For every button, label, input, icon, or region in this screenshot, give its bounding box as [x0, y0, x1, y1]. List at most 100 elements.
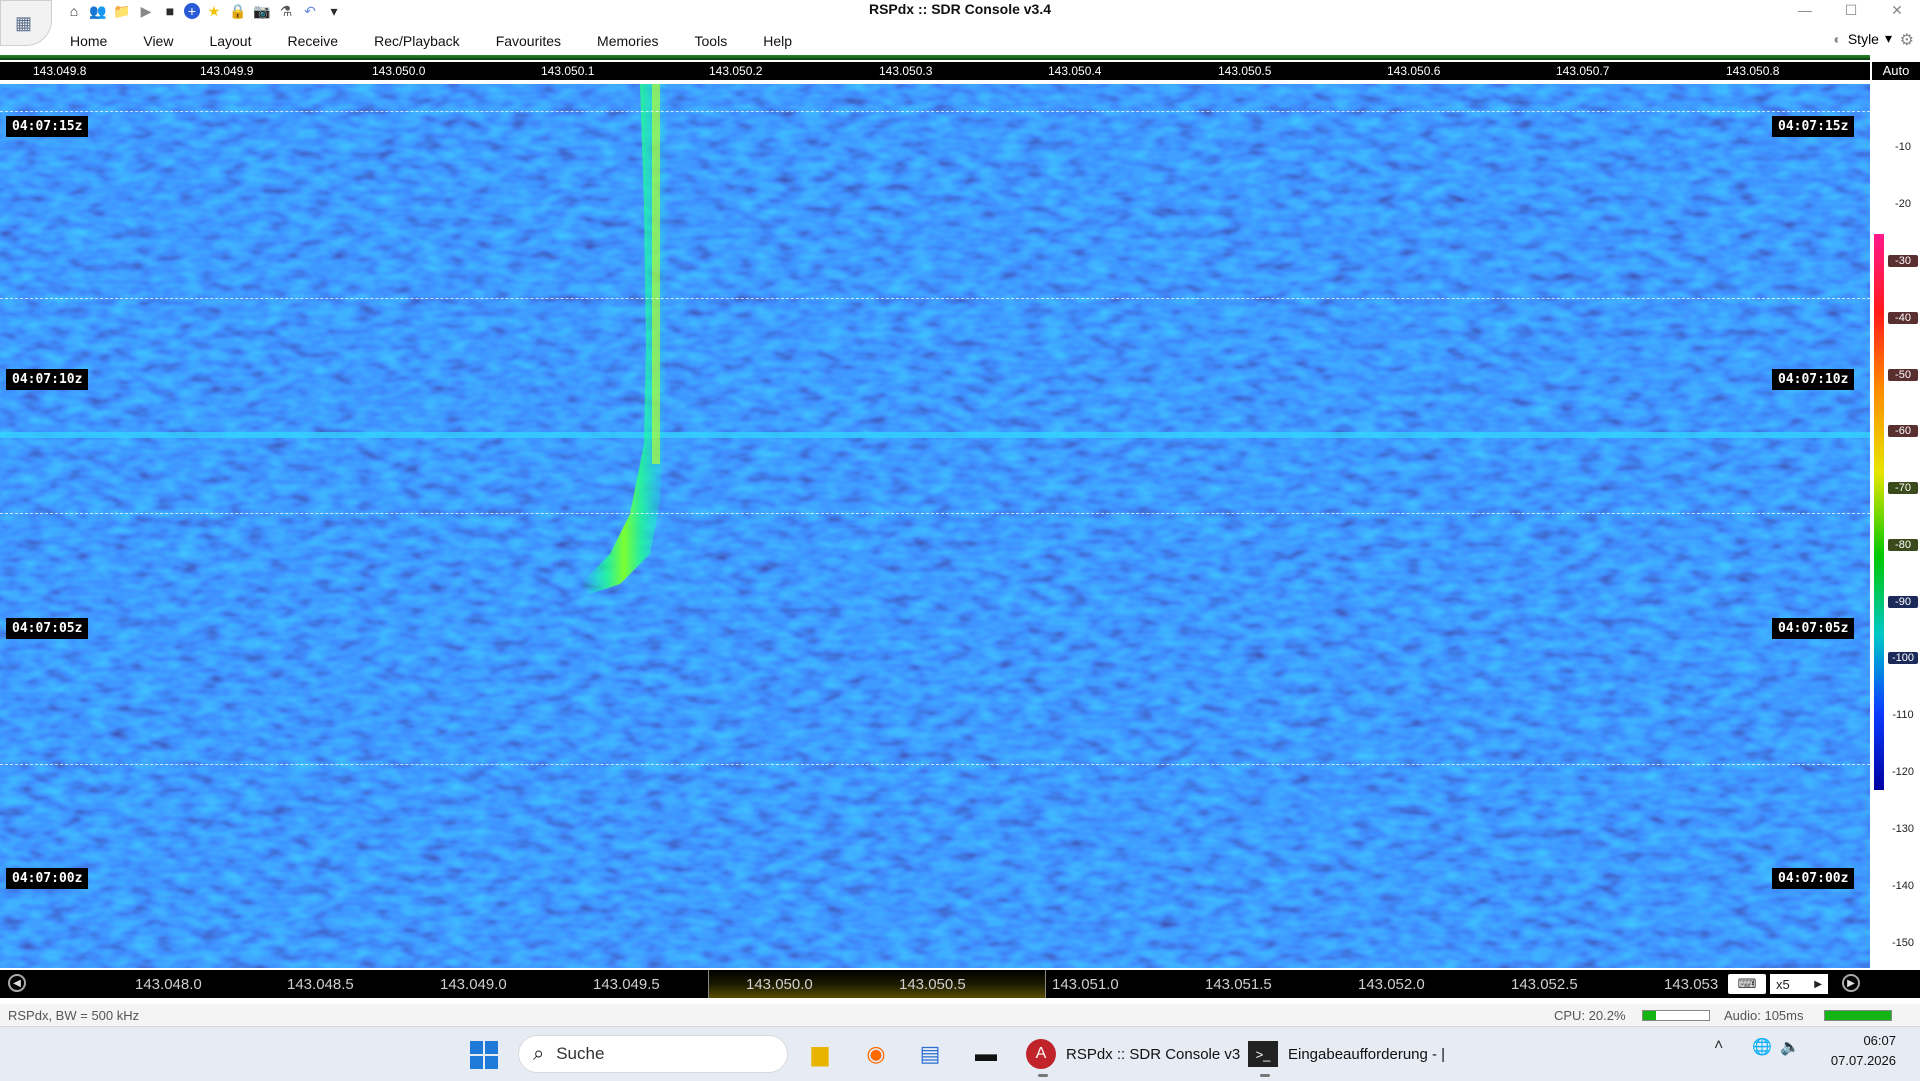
search-placeholder: Suche: [556, 1044, 605, 1063]
clock-date: 07.07.2026: [1830, 1053, 1896, 1068]
close-button[interactable]: ✕: [1874, 0, 1920, 20]
db-label: -80: [1888, 539, 1918, 551]
network-icon[interactable]: 🌐: [1752, 1037, 1772, 1057]
auto-scale-button[interactable]: Auto: [1872, 62, 1920, 80]
keyboard-icon[interactable]: ⌨: [1728, 974, 1766, 994]
time-label-left: 04:07:10z: [6, 369, 89, 390]
menu-layout[interactable]: Layout: [191, 33, 269, 49]
taskbar-app-command-prompt[interactable]: >_ Eingabeaufforderung - |: [1248, 1035, 1446, 1077]
taskbar-app-label: RSPdx :: SDR Console v3: [1066, 1045, 1241, 1063]
zoom-value: x5: [1776, 976, 1790, 992]
scroll-right-icon[interactable]: ▶: [1842, 974, 1860, 992]
menu-receive[interactable]: Receive: [270, 33, 357, 49]
top-scale-label: 143.049.9: [200, 64, 254, 78]
top-scale-label: 143.050.5: [1218, 64, 1272, 78]
windows-start-icon[interactable]: [470, 1041, 498, 1069]
menu-help[interactable]: Help: [745, 33, 810, 49]
gear-icon[interactable]: ⚙: [1900, 30, 1914, 50]
db-label: -120: [1891, 766, 1915, 778]
cpu-meter: [1642, 1010, 1710, 1021]
bottom-scale-label: 143.049.0: [440, 976, 507, 993]
minimize-button[interactable]: —: [1782, 0, 1828, 20]
cpu-meter-fill: [1643, 1011, 1657, 1020]
terminal-icon[interactable]: ▬: [970, 1039, 1002, 1069]
waterfall-display[interactable]: 04:07:15z 04:07:10z 04:07:05z 04:07:00z …: [0, 84, 1870, 968]
title-bar: ▦ ⌂ 👥 📁 ▶ ■ + ★ 🔒 📷 ⚗ ↶ ▾ RSPdx :: SDR C…: [0, 0, 1920, 46]
bottom-scale-label: 143.049.5: [593, 976, 660, 993]
volume-icon[interactable]: 🔈: [1780, 1037, 1800, 1057]
time-label-right: 04:07:10z: [1772, 369, 1855, 390]
menu-favourites[interactable]: Favourites: [478, 33, 579, 49]
firefox-icon[interactable]: ◉: [860, 1039, 892, 1069]
zoom-selector[interactable]: x5 ▶: [1770, 974, 1828, 994]
running-indicator: [1038, 1074, 1048, 1077]
style-menu[interactable]: ◐ Style ▾: [1833, 30, 1892, 47]
bottom-scale-label: 143.053: [1664, 976, 1719, 993]
carrier-trace: [0, 432, 1870, 438]
time-grid-line: [0, 111, 1870, 112]
menu-memories[interactable]: Memories: [579, 33, 676, 49]
sdr-console-icon: A: [1026, 1039, 1056, 1069]
waterfall-image: [0, 84, 1870, 968]
taskbar-app-label: Eingabeaufforderung - |: [1288, 1045, 1446, 1063]
file-explorer-icon[interactable]: ▆: [804, 1039, 836, 1069]
command-prompt-icon: >_: [1248, 1041, 1278, 1067]
maximize-button[interactable]: ☐: [1828, 0, 1874, 20]
color-gradient-bar: [1874, 234, 1884, 790]
taskbar: ⌕ Suche ▆ ◉ ▤ ▬ A RSPdx :: SDR Console v…: [0, 1026, 1920, 1081]
top-scale-label: 143.050.0: [372, 64, 426, 78]
show-hidden-icons[interactable]: ˄: [1714, 1037, 1723, 1055]
db-label: -50: [1888, 369, 1918, 381]
top-scale-label: 143.050.8: [1726, 64, 1780, 78]
chevron-right-icon: ▶: [1814, 978, 1822, 990]
menu-tools[interactable]: Tools: [677, 33, 746, 49]
running-indicator: [1260, 1074, 1270, 1077]
top-scale-label: 143.050.1: [541, 64, 595, 78]
bottom-scale-label: 143.048.5: [287, 976, 354, 993]
taskbar-search[interactable]: ⌕ Suche: [518, 1035, 788, 1073]
time-grid-line: [0, 764, 1870, 765]
audio-meter: [1824, 1010, 1892, 1021]
taskbar-app-sdr-console[interactable]: A RSPdx :: SDR Console v3: [1026, 1035, 1241, 1077]
taskbar-clock[interactable]: 06:07 07.07.2026: [1816, 1031, 1896, 1071]
db-label: -130: [1891, 823, 1915, 835]
cpu-status: CPU: 20.2%: [1554, 1008, 1626, 1023]
scroll-left-icon[interactable]: ◀: [8, 974, 26, 992]
notepad-icon[interactable]: ▤: [914, 1039, 946, 1069]
bottom-scale-label: 143.052.0: [1358, 976, 1425, 993]
bottom-scale-label: 143.051.0: [1052, 976, 1119, 993]
bottom-scale-label: 143.050.5: [899, 976, 966, 993]
db-label: -140: [1891, 880, 1915, 892]
time-label-right: 04:07:00z: [1772, 868, 1855, 889]
db-label: -100: [1888, 652, 1918, 664]
top-scale-label: 143.049.8: [33, 64, 87, 78]
window-title: RSPdx :: SDR Console v3.4: [868, 1, 1052, 17]
status-bar: RSPdx, BW = 500 kHz CPU: 20.2% Audio: 10…: [0, 1004, 1920, 1026]
bottom-scale-label: 143.050.0: [746, 976, 813, 993]
db-label: -150: [1891, 937, 1915, 949]
audio-status: Audio: 105ms: [1724, 1008, 1804, 1023]
time-label-right: 04:07:05z: [1772, 618, 1855, 639]
db-label: -60: [1888, 425, 1918, 437]
db-label: -20: [1895, 198, 1911, 210]
menu-view[interactable]: View: [125, 33, 191, 49]
db-label: -70: [1888, 482, 1918, 494]
time-grid-line: [0, 298, 1870, 299]
menu-home[interactable]: Home: [54, 33, 125, 49]
time-label-left: 04:07:05z: [6, 618, 89, 639]
bottom-frequency-bar[interactable]: ◀ 143.048.0 143.048.5 143.049.0 143.049.…: [0, 970, 1920, 998]
style-icon: ◐: [1833, 30, 1842, 47]
bottom-scale-label: 143.048.0: [135, 976, 202, 993]
time-label-left: 04:07:00z: [6, 868, 89, 889]
spectrum-strip: [0, 55, 1870, 60]
time-label-left: 04:07:15z: [6, 116, 89, 137]
device-status: RSPdx, BW = 500 kHz: [8, 1008, 140, 1023]
db-label: -90: [1888, 596, 1918, 608]
style-label: Style: [1847, 30, 1879, 47]
chevron-down-icon: ▾: [1884, 30, 1892, 46]
top-frequency-scale[interactable]: 143.049.8 143.049.9 143.050.0 143.050.1 …: [0, 62, 1870, 80]
db-label: -10: [1895, 141, 1911, 153]
menu-rec-playback[interactable]: Rec/Playback: [356, 33, 478, 49]
db-scale[interactable]: -10 -20 -30 -40 -50 -60 -70 -80 -90 -100…: [1872, 84, 1920, 968]
menu-bar: Home View Layout Receive Rec/Playback Fa…: [54, 30, 810, 52]
